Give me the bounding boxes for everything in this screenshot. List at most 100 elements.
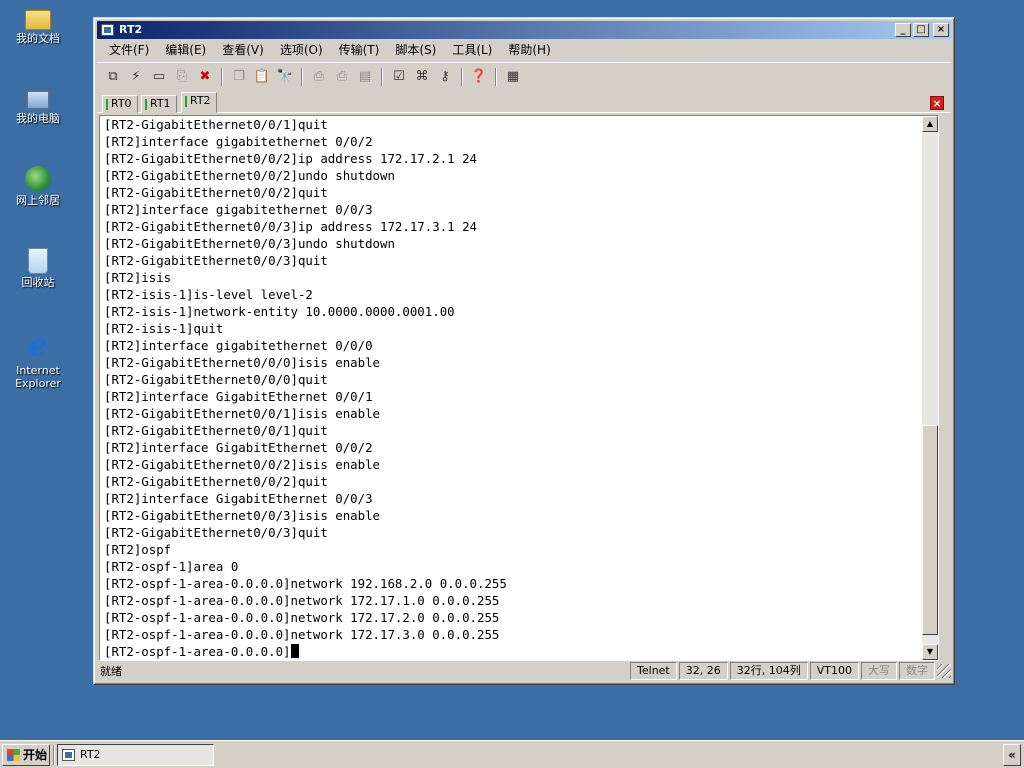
terminal-line: [RT2-GigabitEthernet0/0/2]undo shutdown <box>104 168 395 183</box>
desktop-icon-my-computer[interactable]: 我的电脑 <box>6 84 70 125</box>
desktop-icon-recycle-bin[interactable]: 回收站 <box>6 248 70 289</box>
resize-grip-icon[interactable] <box>937 664 951 678</box>
menu-tools[interactable]: 工具(L) <box>444 40 500 60</box>
minimize-button[interactable]: _ <box>895 23 911 37</box>
terminal-line: [RT2]interface gigabitethernet 0/0/3 <box>104 202 373 217</box>
reconnect-icon[interactable]: ▭ <box>149 67 169 87</box>
terminal-line: [RT2-GigabitEthernet0/0/1]quit <box>104 423 328 438</box>
menu-script[interactable]: 脚本(S) <box>387 40 444 60</box>
terminal-lines: [RT2-GigabitEthernet0/0/1]quit [RT2]inter… <box>104 116 507 660</box>
terminal-line: [RT2-GigabitEthernet0/0/1]isis enable <box>104 406 381 421</box>
window-controls: _ □ × <box>895 23 949 37</box>
terminal-line: [RT2]interface GigabitEthernet 0/0/1 <box>104 389 373 404</box>
desktop-icon-label: 网上邻居 <box>16 194 60 207</box>
toolbar-separator <box>301 67 303 86</box>
options-icon[interactable]: ▦ <box>503 67 523 87</box>
terminal-line: [RT2]ospf <box>104 542 172 557</box>
clone-icon[interactable]: ⎘ <box>172 67 192 87</box>
tab-rt0[interactable]: RT0 <box>102 95 138 113</box>
network-icon <box>25 166 51 192</box>
print-screen-icon[interactable]: ▤ <box>355 67 375 87</box>
keymap-icon[interactable]: ⌘ <box>412 67 432 87</box>
start-button[interactable]: 开始 <box>2 744 50 766</box>
desktop-icon-internet-explorer[interactable]: e Internet Explorer <box>6 328 70 391</box>
menu-bar: 文件(F) 编辑(E) 查看(V) 选项(O) 传输(T) 脚本(S) 工具(L… <box>97 40 951 60</box>
help-icon[interactable]: ❓ <box>469 67 489 87</box>
terminal-line: [RT2-ospf-1-area-0.0.0.0]network 192.168… <box>104 576 507 591</box>
close-button[interactable]: × <box>933 23 949 37</box>
print-icon[interactable]: ⎙ <box>332 67 352 87</box>
session-options-icon[interactable]: ☑ <box>389 67 409 87</box>
quick-connect-icon[interactable]: ⚡ <box>126 67 146 87</box>
terminal-line: [RT2-GigabitEthernet0/0/3]quit <box>104 525 328 540</box>
menu-help[interactable]: 帮助(H) <box>500 40 558 60</box>
terminal-line: [RT2-ospf-1-area-0.0.0.0]network 172.17.… <box>104 610 500 625</box>
terminal-line: [RT2-GigabitEthernet0/0/2]isis enable <box>104 457 381 472</box>
internet-explorer-icon: e <box>28 328 48 363</box>
vertical-scrollbar[interactable]: ▲ ▼ <box>922 116 938 660</box>
menu-transfer[interactable]: 传输(T) <box>331 40 388 60</box>
desktop-icon-label: 回收站 <box>21 276 55 289</box>
terminal-line: [RT2-isis-1]network-entity 10.0000.0000.… <box>104 304 455 319</box>
tab-label: RT1 <box>150 97 171 110</box>
terminal-line: [RT2]interface gigabitethernet 0/0/2 <box>104 134 373 149</box>
terminal-line: [RT2-GigabitEthernet0/0/2]quit <box>104 474 328 489</box>
start-label: 开始 <box>23 748 48 762</box>
folder-icon <box>25 10 51 30</box>
taskbar-item-label: RT2 <box>80 748 101 761</box>
tab-label: RT0 <box>111 97 132 110</box>
scroll-down-arrow-icon[interactable]: ▼ <box>922 644 938 660</box>
title-bar[interactable]: RT2 _ □ × <box>97 21 951 39</box>
terminal-line: [RT2]interface GigabitEthernet 0/0/2 <box>104 440 373 455</box>
terminal-line: [RT2-GigabitEthernet0/0/3]isis enable <box>104 508 381 523</box>
terminal-line: [RT2-ospf-1-area-0.0.0.0]network 172.17.… <box>104 593 500 608</box>
terminal-line: [RT2-GigabitEthernet0/0/2]ip address 172… <box>104 151 477 166</box>
terminal-line: [RT2-GigabitEthernet0/0/3]undo shutdown <box>104 236 395 251</box>
status-cursor-position: 32, 26 <box>678 662 728 680</box>
recycle-bin-icon <box>28 248 48 274</box>
terminal-prompt-line: [RT2-ospf-1-area-0.0.0.0] <box>104 643 507 660</box>
disconnect-icon[interactable]: ✖ <box>195 67 215 87</box>
toolbar-separator <box>221 67 223 86</box>
desktop-icon-label: 我的电脑 <box>16 112 60 125</box>
menu-edit[interactable]: 编辑(E) <box>157 40 214 60</box>
taskbar-item-rt2[interactable]: RT2 <box>57 744 214 766</box>
terminal-line: [RT2]interface gigabitethernet 0/0/0 <box>104 338 373 353</box>
tray-expand-button[interactable]: « <box>1003 744 1021 766</box>
windows-logo-icon <box>7 749 20 761</box>
window-title: RT2 <box>119 23 143 36</box>
scroll-up-arrow-icon[interactable]: ▲ <box>922 116 938 132</box>
terminal-line: [RT2]isis <box>104 270 172 285</box>
close-tab-icon[interactable]: × <box>930 96 944 110</box>
menu-options[interactable]: 选项(O) <box>272 40 331 60</box>
connect-icon[interactable]: ⧉ <box>103 67 123 87</box>
find-icon[interactable]: 🔭 <box>275 67 295 87</box>
toolbar-separator <box>461 67 463 86</box>
maximize-button[interactable]: □ <box>913 23 929 37</box>
status-bar: 就绪 Telnet 32, 26 32行, 104列 VT100 大写 数字 <box>97 661 951 681</box>
terminal-line: [RT2-GigabitEthernet0/0/0]quit <box>104 372 328 387</box>
text-cursor <box>290 644 299 658</box>
status-num-lock: 数字 <box>899 662 935 680</box>
copy-icon[interactable]: ❐ <box>229 67 249 87</box>
key-icon[interactable]: ⚷ <box>435 67 455 87</box>
print-setup-icon[interactable]: ⎙ <box>309 67 329 87</box>
terminal-output[interactable]: [RT2-GigabitEthernet0/0/1]quit [RT2]inter… <box>99 115 939 661</box>
tab-label: RT2 <box>190 94 211 107</box>
tab-rt2[interactable]: RT2 <box>181 92 217 113</box>
terminal-line: [RT2-ospf-1-area-0.0.0.0]network 172.17.… <box>104 627 500 642</box>
tab-rt1[interactable]: RT1 <box>141 95 177 113</box>
desktop-icon-network[interactable]: 网上邻居 <box>6 166 70 207</box>
desktop-icon-my-documents[interactable]: 我的文档 <box>6 2 70 45</box>
terminal-line: [RT2-GigabitEthernet0/0/2]quit <box>104 185 328 200</box>
menu-view[interactable]: 查看(V) <box>214 40 272 60</box>
status-text: 就绪 <box>100 665 122 678</box>
terminal-line: [RT2-ospf-1]area 0 <box>104 559 239 574</box>
status-emulation: VT100 <box>809 662 859 680</box>
paste-icon[interactable]: 📋 <box>252 67 272 87</box>
menu-file[interactable]: 文件(F) <box>101 40 157 60</box>
terminal-window: RT2 _ □ × 文件(F) 编辑(E) 查看(V) 选项(O) 传输(T) … <box>93 17 955 685</box>
terminal-line: [RT2-isis-1]quit <box>104 321 224 336</box>
status-protocol: Telnet <box>630 662 677 680</box>
scroll-thumb[interactable] <box>922 425 938 635</box>
